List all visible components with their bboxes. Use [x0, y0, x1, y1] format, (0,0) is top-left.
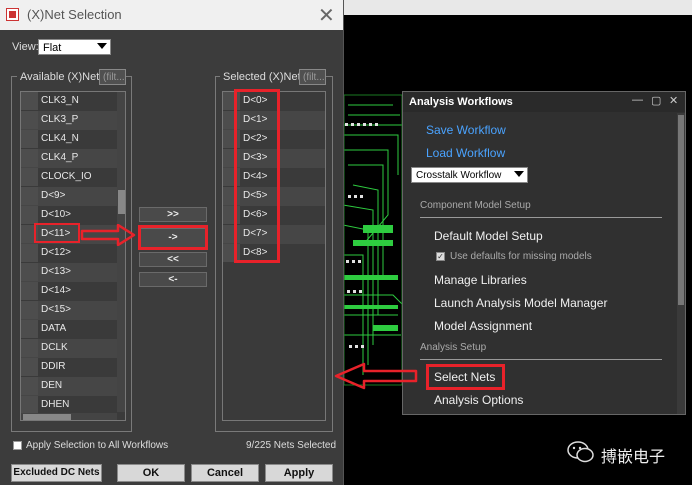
divider [420, 359, 662, 360]
chevron-down-icon [514, 171, 524, 177]
move-left-button[interactable]: <- [139, 272, 207, 287]
available-nets-title: Available (X)Nets [17, 71, 108, 83]
panel-titlebar[interactable]: Analysis Workflows — ▢ ✕ [403, 92, 685, 112]
list-item[interactable]: D<10> [41, 209, 71, 220]
list-item[interactable]: DCLK [41, 342, 68, 353]
ok-button[interactable]: OK [117, 464, 185, 482]
view-label: View: [12, 41, 39, 53]
red-arrow-right-icon [80, 224, 136, 246]
list-item[interactable]: CLOCK_IO [41, 171, 92, 182]
available-hscrollbar[interactable] [21, 413, 117, 420]
workflow-select-value: Crosstalk Workflow [416, 170, 502, 181]
app-icon [6, 8, 19, 21]
manage-libraries-item[interactable]: Manage Libraries [434, 273, 527, 287]
wechat-logo-icon [567, 440, 595, 464]
analysis-options-item[interactable]: Analysis Options [434, 393, 523, 407]
section-component-title: Component Model Setup [420, 200, 531, 211]
chevron-down-icon [97, 43, 107, 49]
minimize-icon[interactable]: — [632, 94, 643, 106]
list-item[interactable]: DDIR [41, 361, 65, 372]
vscroll-thumb[interactable] [118, 190, 125, 214]
net-selection-dialog: (X)Net Selection ✕ View: Flat Available … [0, 0, 344, 485]
launch-model-manager-item[interactable]: Launch Analysis Model Manager [434, 296, 607, 310]
panel-title: Analysis Workflows [409, 96, 513, 108]
list-item[interactable]: CLK4_P [41, 152, 78, 163]
cancel-button[interactable]: Cancel [191, 464, 259, 482]
model-assignment-item[interactable]: Model Assignment [434, 319, 532, 333]
panel-vscrollbar[interactable] [677, 113, 685, 414]
apply-all-checkbox[interactable] [13, 441, 22, 450]
list-item[interactable]: DATA [41, 323, 66, 334]
list-item[interactable]: D<15> [41, 304, 71, 315]
highlight-move-right [138, 225, 208, 250]
red-arrow-left-icon [334, 362, 418, 390]
available-filter-input[interactable]: (filt... [99, 69, 126, 85]
list-item[interactable]: CLK3_P [41, 114, 78, 125]
highlight-select-nets [426, 364, 505, 390]
watermark-text: 搏嵌电子 [601, 449, 666, 466]
hscroll-thumb[interactable] [23, 414, 71, 420]
move-all-right-button[interactable]: >> [139, 207, 207, 222]
selected-filter-input[interactable]: (filt... [299, 69, 326, 85]
list-item[interactable]: CLK4_N [41, 133, 79, 144]
list-item[interactable]: D<14> [41, 285, 71, 296]
maximize-icon[interactable]: ▢ [651, 94, 661, 107]
analysis-workflows-panel: Analysis Workflows — ▢ ✕ Save Workflow L… [402, 91, 686, 415]
highlight-d11 [34, 223, 80, 243]
list-item[interactable]: DEN [41, 380, 62, 391]
use-defaults-checkbox[interactable]: ✓ [436, 252, 445, 261]
apply-all-label: Apply Selection to All Workflows [26, 440, 169, 451]
move-all-left-button[interactable]: << [139, 252, 207, 267]
list-item[interactable]: D<12> [41, 247, 71, 258]
status-text: 9/225 Nets Selected [246, 440, 337, 451]
list-item[interactable]: CLK3_N [41, 95, 79, 106]
save-workflow-link[interactable]: Save Workflow [426, 123, 506, 137]
dialog-title: (X)Net Selection [27, 7, 122, 22]
available-vscrollbar[interactable] [117, 92, 125, 412]
view-select[interactable]: Flat [38, 39, 111, 55]
workflow-select[interactable]: Crosstalk Workflow [411, 167, 528, 183]
divider [420, 217, 662, 218]
vscroll-thumb[interactable] [678, 115, 684, 305]
excluded-dc-nets-button[interactable]: Excluded DC Nets [11, 464, 102, 482]
selected-nets-title: Selected (X)Nets [220, 71, 310, 83]
apply-button[interactable]: Apply [265, 464, 333, 482]
list-item[interactable]: D<13> [41, 266, 71, 277]
background-window-strip [343, 0, 692, 15]
available-nets-list[interactable]: CLK3_N CLK3_P CLK4_N CLK4_P CLOCK_IO D<9… [20, 91, 126, 421]
list-item[interactable]: D<9> [41, 190, 65, 201]
load-workflow-link[interactable]: Load Workflow [426, 146, 505, 160]
default-model-setup-item[interactable]: Default Model Setup [434, 229, 543, 243]
view-select-value: Flat [43, 42, 62, 54]
use-defaults-label: Use defaults for missing models [450, 251, 592, 262]
list-item[interactable]: DHEN [41, 399, 69, 410]
close-icon[interactable]: ✕ [318, 3, 335, 28]
close-icon[interactable]: ✕ [669, 94, 678, 107]
dialog-titlebar[interactable]: (X)Net Selection ✕ [0, 0, 343, 30]
section-analysis-title: Analysis Setup [420, 342, 487, 353]
highlight-selected-nets [234, 89, 280, 263]
